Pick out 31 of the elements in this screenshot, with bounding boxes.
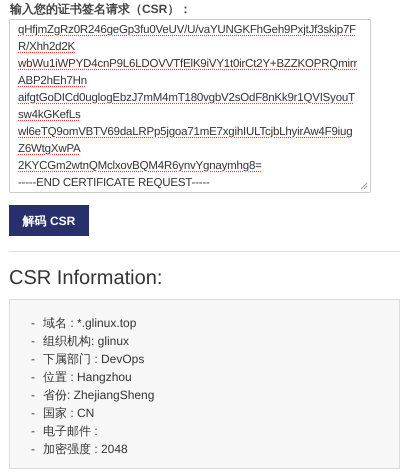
csr-text-line: ABP2hEh7Hn [18,74,87,89]
csr-text-line: aifgtGoDICd0uglogEbzJ7mM4mT180vgbV2sOdF8nKk9r1QVISyouT [18,91,355,106]
list-dash: - [31,315,36,332]
csr-text-line: 2KYCGm2wtnQMclxovBQM4R6ynvYgnaymhg8= [18,159,262,174]
info-item: 域名 : *.glinux.top [43,315,136,332]
info-item: 位置 : Hangzhou [43,369,132,386]
info-item: 国家 : CN [43,405,94,422]
list-dash: - [31,369,36,386]
info-item: 下属部门 : DevOps [43,351,144,368]
list-dash: - [31,405,36,422]
info-item: 加密强度 : 2048 [43,441,128,458]
csr-text-line: qHfjmZgRz0R246geGp3fu0VeUV/U/vaYUNGKFhGeh9PxjtJf3skip7F [18,23,356,38]
decode-csr-button[interactable]: 解码 CSR [9,205,89,236]
list-dash: - [31,423,36,440]
resize-handle-icon[interactable] [360,182,368,190]
list-dash: - [31,387,36,404]
info-item: 组织机构: glinux [43,333,130,350]
section-title: CSR Information: [9,266,164,290]
list-dash: - [31,441,36,458]
csr-text-line: wl6eTQ9omVBTV69daLRPp5jgoa71mE7xgihIULTcjbLhyirAw4F9iug [18,125,352,140]
csr-text-line: wbWu1iWPYD4cnP9L6LDOVVTfElK9iVY1t0irCt2Y+BZZKOPRQmirr [18,57,358,72]
info-item: 省份: ZhejiangSheng [43,387,154,404]
info-item: 电子邮件 : [43,423,98,440]
csr-text-line: Z6WtgXwPA [18,142,81,157]
list-dash: - [31,333,36,350]
list-dash: - [31,351,36,368]
csr-text-line: R/Xhh2d2K [18,40,76,55]
field-label: 输入您的证书签名请求（CSR）： [9,1,192,17]
csr-text-line: sw4kGKefLs [18,108,81,123]
csr-text-line: -----END CERTIFICATE REQUEST----- [18,176,210,191]
csr-text-area[interactable] [9,19,371,193]
